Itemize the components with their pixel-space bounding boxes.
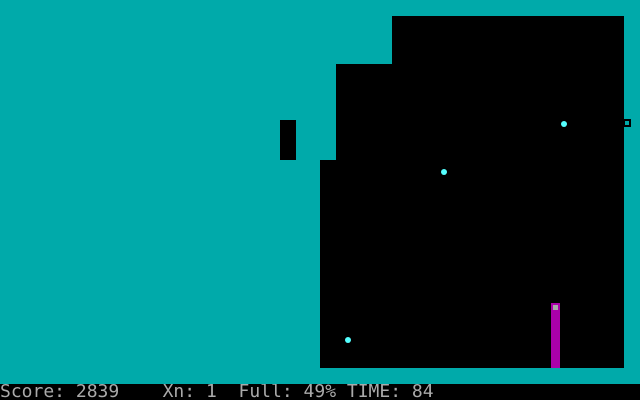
full-label: Full: <box>238 384 293 400</box>
unfilled-region <box>392 16 624 64</box>
lives-label: Xn: <box>162 384 196 400</box>
lives-value: 1 <box>205 384 217 400</box>
playfield[interactable] <box>0 0 640 384</box>
player-trail <box>551 312 560 368</box>
game-screen: Score: 2839 Xn: 1 Full: 49% TIME: 84 <box>0 0 640 400</box>
bouncing-ball <box>441 169 447 175</box>
border-enemy <box>623 119 631 127</box>
bouncing-ball <box>561 121 567 127</box>
time-label: TIME: <box>346 384 402 400</box>
status-bar: Score: 2839 Xn: 1 Full: 49% TIME: 84 <box>0 384 640 400</box>
full-value: 49% <box>303 384 337 400</box>
unfilled-region <box>320 160 624 368</box>
bouncing-ball <box>345 337 351 343</box>
time-value: 84 <box>411 384 434 400</box>
unfilled-region <box>336 64 624 160</box>
unfilled-pocket <box>280 120 296 160</box>
player-cursor[interactable] <box>551 303 560 312</box>
score-label: Score: <box>0 384 66 400</box>
score-value: 2839 <box>75 384 120 400</box>
